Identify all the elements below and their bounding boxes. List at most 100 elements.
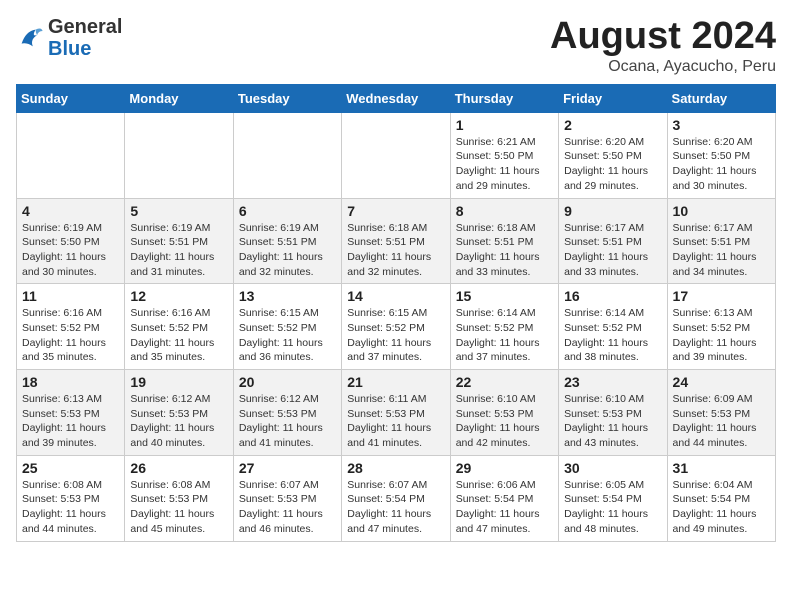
day-detail: Sunrise: 6:14 AM Sunset: 5:52 PM Dayligh… xyxy=(564,306,661,365)
day-detail: Sunrise: 6:17 AM Sunset: 5:51 PM Dayligh… xyxy=(673,221,770,280)
day-number: 16 xyxy=(564,288,661,304)
day-number: 14 xyxy=(347,288,444,304)
day-detail: Sunrise: 6:12 AM Sunset: 5:53 PM Dayligh… xyxy=(130,392,227,451)
day-detail: Sunrise: 6:16 AM Sunset: 5:52 PM Dayligh… xyxy=(22,306,119,365)
calendar-cell xyxy=(342,112,450,198)
day-detail: Sunrise: 6:21 AM Sunset: 5:50 PM Dayligh… xyxy=(456,135,553,194)
day-detail: Sunrise: 6:13 AM Sunset: 5:52 PM Dayligh… xyxy=(673,306,770,365)
calendar-week-row: 11 Sunrise: 6:16 AM Sunset: 5:52 PM Dayli… xyxy=(17,284,776,370)
day-detail: Sunrise: 6:17 AM Sunset: 5:51 PM Dayligh… xyxy=(564,221,661,280)
calendar-cell: 15 Sunrise: 6:14 AM Sunset: 5:52 PM Dayli… xyxy=(450,284,558,370)
day-number: 1 xyxy=(456,117,553,133)
day-number: 7 xyxy=(347,203,444,219)
weekday-header: Saturday xyxy=(667,84,775,112)
weekday-header: Tuesday xyxy=(233,84,341,112)
day-detail: Sunrise: 6:20 AM Sunset: 5:50 PM Dayligh… xyxy=(564,135,661,194)
calendar-week-row: 18Sunrise: 6:13 AM Sunset: 5:53 PM Dayli… xyxy=(17,370,776,456)
day-number: 27 xyxy=(239,460,336,476)
calendar-cell: 17Sunrise: 6:13 AM Sunset: 5:52 PM Dayli… xyxy=(667,284,775,370)
day-number: 23 xyxy=(564,374,661,390)
day-number: 24 xyxy=(673,374,770,390)
day-detail: Sunrise: 6:10 AM Sunset: 5:53 PM Dayligh… xyxy=(564,392,661,451)
day-detail: Sunrise: 6:05 AM Sunset: 5:54 PM Dayligh… xyxy=(564,478,661,537)
day-number: 10 xyxy=(673,203,770,219)
calendar-cell: 24 Sunrise: 6:09 AM Sunset: 5:53 PM Dayli… xyxy=(667,370,775,456)
calendar-cell: 13 Sunrise: 6:15 AM Sunset: 5:52 PM Dayli… xyxy=(233,284,341,370)
day-number: 20 xyxy=(239,374,336,390)
day-number: 22 xyxy=(456,374,553,390)
calendar-table: SundayMondayTuesdayWednesdayThursdayFrid… xyxy=(16,84,776,542)
calendar-cell: 20Sunrise: 6:12 AM Sunset: 5:53 PM Dayli… xyxy=(233,370,341,456)
day-number: 26 xyxy=(130,460,227,476)
calendar-week-row: 25 Sunrise: 6:08 AM Sunset: 5:53 PM Dayli… xyxy=(17,455,776,541)
calendar-cell: 8Sunrise: 6:18 AM Sunset: 5:51 PM Daylig… xyxy=(450,198,558,284)
calendar-header: SundayMondayTuesdayWednesdayThursdayFrid… xyxy=(17,84,776,112)
weekday-header: Friday xyxy=(559,84,667,112)
day-detail: Sunrise: 6:07 AM Sunset: 5:53 PM Dayligh… xyxy=(239,478,336,537)
day-number: 13 xyxy=(239,288,336,304)
day-number: 28 xyxy=(347,460,444,476)
day-number: 15 xyxy=(456,288,553,304)
calendar-cell xyxy=(233,112,341,198)
calendar-cell: 6 Sunrise: 6:19 AM Sunset: 5:51 PM Daylig… xyxy=(233,198,341,284)
calendar-cell: 1 Sunrise: 6:21 AM Sunset: 5:50 PM Daylig… xyxy=(450,112,558,198)
weekday-header: Wednesday xyxy=(342,84,450,112)
day-detail: Sunrise: 6:15 AM Sunset: 5:52 PM Dayligh… xyxy=(239,306,336,365)
day-number: 4 xyxy=(22,203,119,219)
day-number: 5 xyxy=(130,203,227,219)
calendar-cell: 23 Sunrise: 6:10 AM Sunset: 5:53 PM Dayli… xyxy=(559,370,667,456)
day-detail: Sunrise: 6:08 AM Sunset: 5:53 PM Dayligh… xyxy=(22,478,119,537)
calendar-cell: 27 Sunrise: 6:07 AM Sunset: 5:53 PM Dayli… xyxy=(233,455,341,541)
day-number: 19 xyxy=(130,374,227,390)
calendar-week-row: 4Sunrise: 6:19 AM Sunset: 5:50 PM Daylig… xyxy=(17,198,776,284)
day-detail: Sunrise: 6:16 AM Sunset: 5:52 PM Dayligh… xyxy=(130,306,227,365)
calendar-cell: 18Sunrise: 6:13 AM Sunset: 5:53 PM Dayli… xyxy=(17,370,125,456)
day-number: 31 xyxy=(673,460,770,476)
calendar-cell: 19 Sunrise: 6:12 AM Sunset: 5:53 PM Dayli… xyxy=(125,370,233,456)
day-detail: Sunrise: 6:20 AM Sunset: 5:50 PM Dayligh… xyxy=(673,135,770,194)
day-detail: Sunrise: 6:09 AM Sunset: 5:53 PM Dayligh… xyxy=(673,392,770,451)
calendar-cell: 7 Sunrise: 6:18 AM Sunset: 5:51 PM Daylig… xyxy=(342,198,450,284)
day-detail: Sunrise: 6:08 AM Sunset: 5:53 PM Dayligh… xyxy=(130,478,227,537)
weekday-row: SundayMondayTuesdayWednesdayThursdayFrid… xyxy=(17,84,776,112)
calendar-cell: 31Sunrise: 6:04 AM Sunset: 5:54 PM Dayli… xyxy=(667,455,775,541)
calendar-cell: 11 Sunrise: 6:16 AM Sunset: 5:52 PM Dayli… xyxy=(17,284,125,370)
weekday-header: Sunday xyxy=(17,84,125,112)
calendar-cell: 10 Sunrise: 6:17 AM Sunset: 5:51 PM Dayli… xyxy=(667,198,775,284)
day-detail: Sunrise: 6:14 AM Sunset: 5:52 PM Dayligh… xyxy=(456,306,553,365)
calendar-cell: 26 Sunrise: 6:08 AM Sunset: 5:53 PM Dayli… xyxy=(125,455,233,541)
day-number: 25 xyxy=(22,460,119,476)
calendar-body: 1 Sunrise: 6:21 AM Sunset: 5:50 PM Daylig… xyxy=(17,112,776,541)
calendar-cell: 4Sunrise: 6:19 AM Sunset: 5:50 PM Daylig… xyxy=(17,198,125,284)
day-number: 2 xyxy=(564,117,661,133)
weekday-header: Thursday xyxy=(450,84,558,112)
calendar-cell: 21 Sunrise: 6:11 AM Sunset: 5:53 PM Dayli… xyxy=(342,370,450,456)
calendar-cell: 12Sunrise: 6:16 AM Sunset: 5:52 PM Dayli… xyxy=(125,284,233,370)
calendar-cell: 3Sunrise: 6:20 AM Sunset: 5:50 PM Daylig… xyxy=(667,112,775,198)
day-detail: Sunrise: 6:06 AM Sunset: 5:54 PM Dayligh… xyxy=(456,478,553,537)
calendar-title: August 2024 xyxy=(550,16,776,58)
day-detail: Sunrise: 6:19 AM Sunset: 5:51 PM Dayligh… xyxy=(239,221,336,280)
calendar-cell: 29 Sunrise: 6:06 AM Sunset: 5:54 PM Dayli… xyxy=(450,455,558,541)
calendar-cell: 25 Sunrise: 6:08 AM Sunset: 5:53 PM Dayli… xyxy=(17,455,125,541)
weekday-header: Monday xyxy=(125,84,233,112)
day-number: 29 xyxy=(456,460,553,476)
day-number: 21 xyxy=(347,374,444,390)
page-header: General Blue August 2024 Ocana, Ayacucho… xyxy=(16,16,776,76)
day-detail: Sunrise: 6:18 AM Sunset: 5:51 PM Dayligh… xyxy=(456,221,553,280)
calendar-cell xyxy=(125,112,233,198)
calendar-cell: 5 Sunrise: 6:19 AM Sunset: 5:51 PM Daylig… xyxy=(125,198,233,284)
day-number: 9 xyxy=(564,203,661,219)
day-number: 6 xyxy=(239,203,336,219)
day-number: 30 xyxy=(564,460,661,476)
day-detail: Sunrise: 6:18 AM Sunset: 5:51 PM Dayligh… xyxy=(347,221,444,280)
logo: General Blue xyxy=(16,16,122,60)
logo-bird-icon xyxy=(16,24,44,52)
calendar-location: Ocana, Ayacucho, Peru xyxy=(550,58,776,76)
calendar-cell: 14Sunrise: 6:15 AM Sunset: 5:52 PM Dayli… xyxy=(342,284,450,370)
day-detail: Sunrise: 6:11 AM Sunset: 5:53 PM Dayligh… xyxy=(347,392,444,451)
day-detail: Sunrise: 6:13 AM Sunset: 5:53 PM Dayligh… xyxy=(22,392,119,451)
day-detail: Sunrise: 6:19 AM Sunset: 5:51 PM Dayligh… xyxy=(130,221,227,280)
day-number: 11 xyxy=(22,288,119,304)
calendar-cell: 16 Sunrise: 6:14 AM Sunset: 5:52 PM Dayli… xyxy=(559,284,667,370)
